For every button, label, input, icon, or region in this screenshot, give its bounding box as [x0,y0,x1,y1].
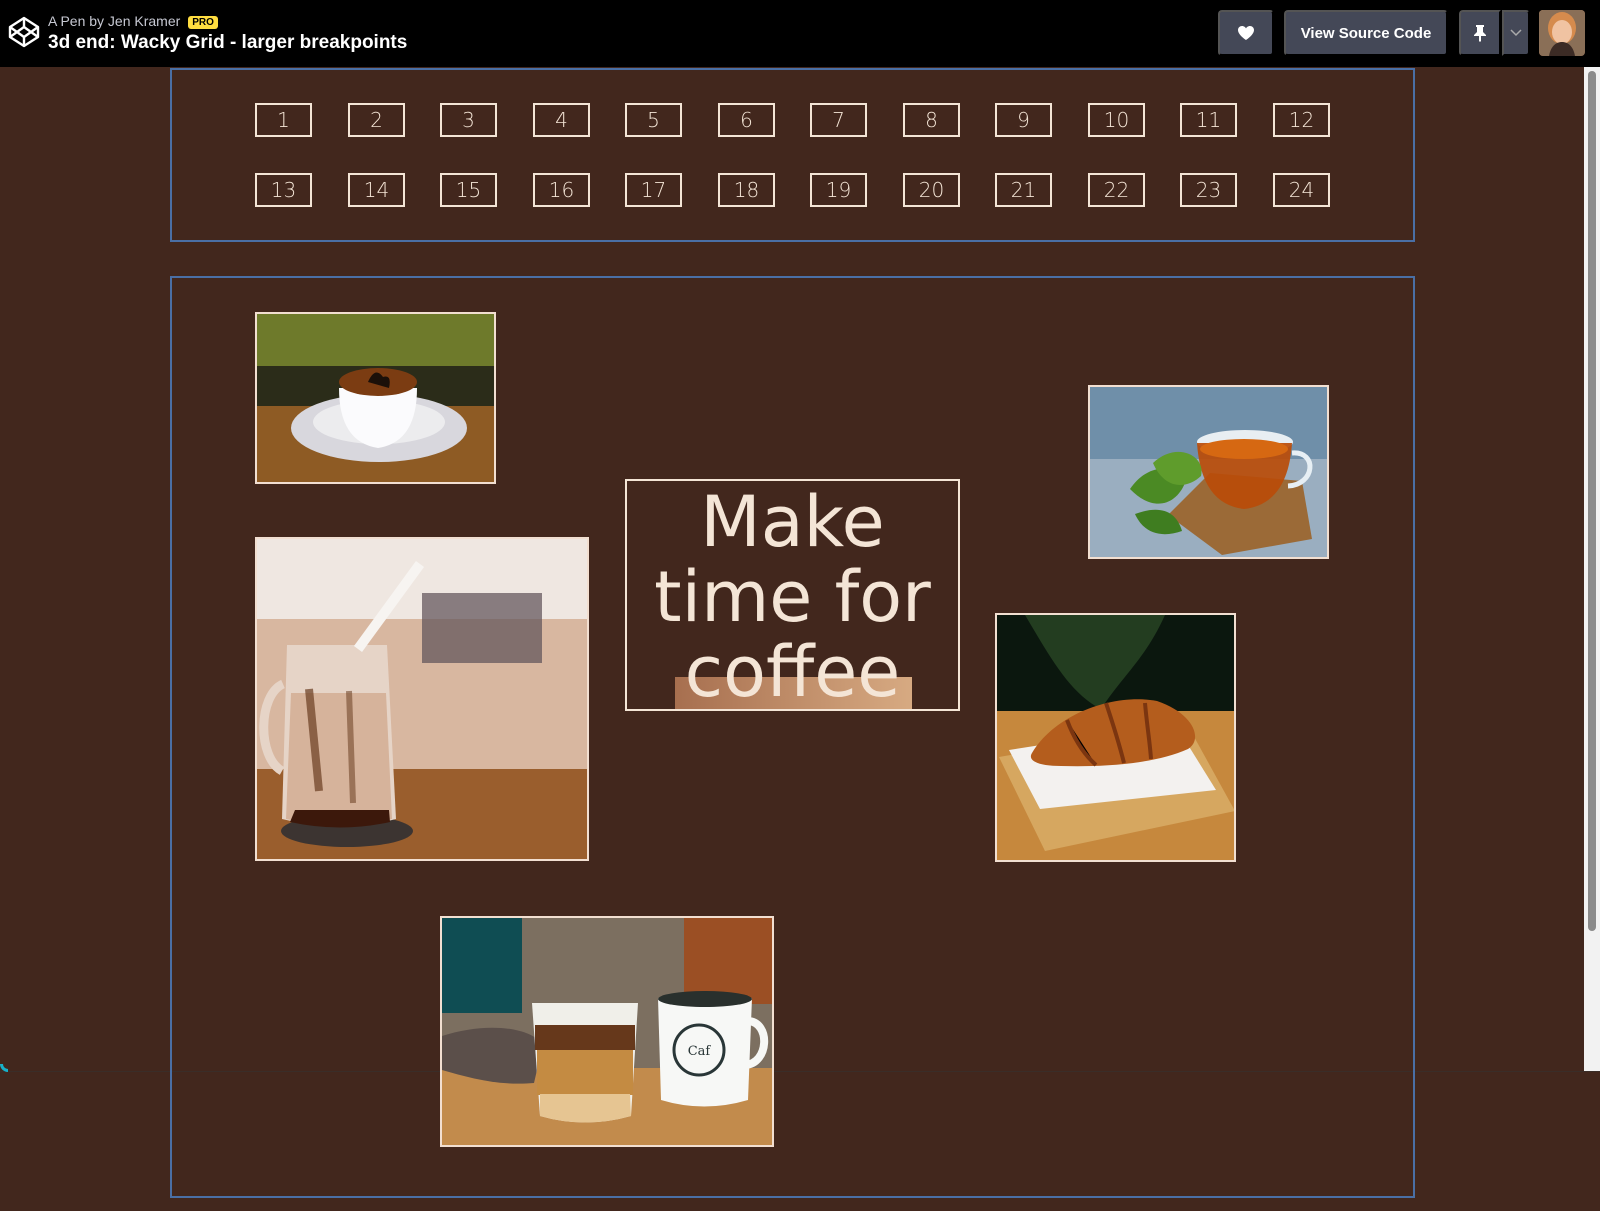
grid-number: 9 [995,103,1052,137]
grid-number: 21 [995,173,1052,207]
page-scrollbar[interactable] [1584,67,1600,1071]
grid-number: 19 [810,173,867,207]
grid-number: 20 [903,173,960,207]
pen-header: A Pen by Jen Kramer PRO 3d end: Wacky Gr… [0,0,1600,67]
avatar-portrait [1539,10,1585,56]
grid-number: 2 [348,103,405,137]
grid-number: 7 [810,103,867,137]
grid-number: 16 [533,173,590,207]
iced-coffee-photo [255,537,589,861]
grid-number: 11 [1180,103,1237,137]
pen-author-text: A Pen by Jen Kramer [48,13,181,29]
pin-menu-button[interactable] [1502,10,1530,56]
like-button[interactable] [1218,10,1274,56]
grid-number: 4 [533,103,590,137]
headline-box: Make time for coffee [625,479,960,711]
latte-mugs-photo: Caf [440,916,774,1147]
tea-cup-photo [1088,385,1329,559]
latte-illustration: Caf [442,918,772,1145]
pin-button[interactable] [1459,10,1501,56]
tea-illustration [1090,387,1327,557]
grid-number: 10 [1088,103,1145,137]
grid-number: 22 [1088,173,1145,207]
codepen-logo-icon[interactable] [8,16,40,48]
headline-line-1: Make [700,481,885,563]
grid-number: 1 [255,103,312,137]
pen-title: 3d end: Wacky Grid - larger breakpoints [48,32,408,53]
scrollbar-thumb[interactable] [1588,71,1596,931]
grid-number: 18 [718,173,775,207]
espresso-cup-photo [255,312,496,484]
pin-icon [1474,25,1486,42]
grid-number: 17 [625,173,682,207]
headline-line-3: coffee [684,631,901,711]
iced-coffee-illustration [257,539,587,859]
grid-number: 6 [718,103,775,137]
chevron-down-icon [1510,29,1522,37]
grid-number: 24 [1273,173,1330,207]
grid-number: 5 [625,103,682,137]
grid-numbers-panel [170,68,1415,242]
pen-author[interactable]: A Pen by Jen Kramer PRO [48,13,218,29]
grid-number: 3 [440,103,497,137]
grid-number: 23 [1180,173,1237,207]
heart-icon [1238,26,1254,40]
svg-text:Caf: Caf [688,1044,712,1059]
user-avatar[interactable] [1539,10,1585,56]
grid-number: 14 [348,173,405,207]
grid-number: 8 [903,103,960,137]
croissant-photo [995,613,1236,862]
view-source-button[interactable]: View Source Code [1284,10,1448,56]
pro-badge: PRO [188,16,218,29]
grid-number: 12 [1273,103,1330,137]
espresso-illustration [257,314,494,482]
grid-number: 13 [255,173,312,207]
croissant-illustration [997,615,1234,860]
headline-line-2: time for [654,556,931,638]
grid-number: 15 [440,173,497,207]
